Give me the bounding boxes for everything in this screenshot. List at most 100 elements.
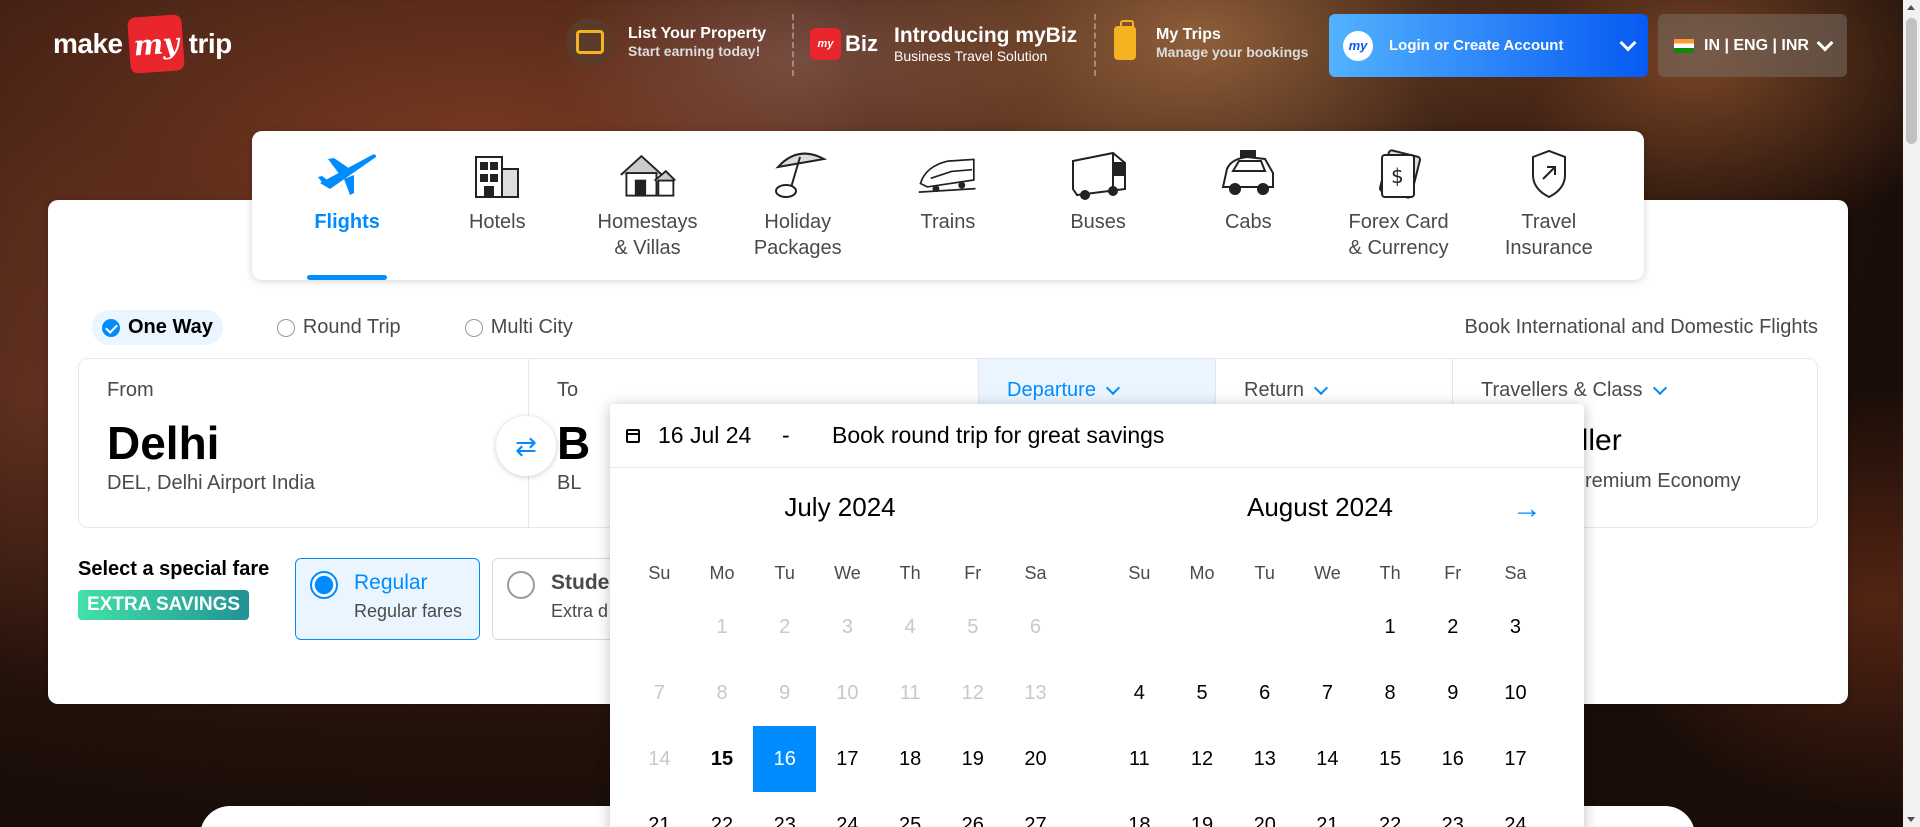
nav-holiday-packages[interactable]: Holiday Packages bbox=[748, 131, 848, 280]
day-grid: 1 2 3 4 5 6 7 8 9 10 11 12 13 14 15 16 17 18 19 20 21 22 23 24 2… bbox=[628, 594, 1070, 827]
calendar-day[interactable]: 11 bbox=[1108, 726, 1171, 792]
trip-label: Round Trip bbox=[302, 316, 401, 338]
makemytrip-logo[interactable]: make my trip bbox=[53, 14, 232, 74]
scroll-up-icon[interactable] bbox=[1907, 5, 1915, 10]
calendar-day[interactable]: 8 bbox=[1359, 660, 1422, 726]
calendar-day[interactable]: 15 bbox=[1359, 726, 1422, 792]
calendar-day[interactable]: 7 bbox=[1296, 660, 1359, 726]
calendar-day[interactable]: 23 bbox=[753, 792, 816, 827]
calendar-day[interactable]: 9 bbox=[1421, 660, 1484, 726]
calendar-day[interactable]: 3 bbox=[1484, 594, 1547, 660]
weekday-label: Sa bbox=[1024, 563, 1047, 583]
departure-label: Departure bbox=[1007, 379, 1096, 401]
nav-label: Hotels bbox=[468, 211, 526, 233]
calendar-day[interactable]: 1 bbox=[1359, 594, 1422, 660]
trip-one-way[interactable]: One Way bbox=[92, 310, 223, 345]
header-divider bbox=[1094, 14, 1096, 76]
nav-trains[interactable]: Trains bbox=[898, 131, 998, 280]
calendar-day[interactable]: 27 bbox=[1004, 792, 1067, 827]
calendar-day[interactable]: 13 bbox=[1233, 726, 1296, 792]
calendar-empty-cell bbox=[1108, 594, 1171, 660]
calendar-day[interactable]: 19 bbox=[941, 726, 1004, 792]
calendar-day: 2 bbox=[779, 615, 791, 638]
page-scrollbar[interactable] bbox=[1903, 0, 1920, 827]
return-hint[interactable]: Book round trip for great savings bbox=[832, 422, 1164, 449]
calendar-day[interactable]: 16 bbox=[753, 726, 817, 792]
calendar-day[interactable]: 14 bbox=[1296, 726, 1359, 792]
calendar-day[interactable]: 6 bbox=[1233, 660, 1296, 726]
calendar-day[interactable]: 23 bbox=[1421, 792, 1484, 827]
calendar-day: 10 bbox=[836, 681, 859, 704]
mybiz-link[interactable]: my Biz Introducing myBiz Business Travel… bbox=[810, 24, 1077, 64]
calendar-day[interactable]: 12 bbox=[1171, 726, 1234, 792]
calendar-day[interactable]: 20 bbox=[1233, 792, 1296, 827]
nav-homestays[interactable]: Homestays & Villas bbox=[598, 131, 698, 280]
calendar-day[interactable]: 18 bbox=[1108, 792, 1171, 827]
forex-icon: $ bbox=[1368, 145, 1430, 203]
trip-multi-city[interactable]: Multi City bbox=[455, 310, 583, 345]
nav-travel-insurance[interactable]: Travel Insurance bbox=[1499, 131, 1599, 280]
mmt-user-icon: my bbox=[1343, 30, 1373, 61]
nav-label: Trains bbox=[920, 211, 976, 233]
fare-regular[interactable]: Regular Regular fares bbox=[295, 558, 480, 640]
trip-label: One Way bbox=[128, 316, 213, 338]
return-label: Return bbox=[1244, 379, 1305, 401]
calendar-day[interactable]: 16 bbox=[1421, 726, 1484, 792]
mybiz-brand: Biz bbox=[845, 31, 878, 56]
calendar-day[interactable]: 5 bbox=[1171, 660, 1234, 726]
chevron-down-icon bbox=[1652, 380, 1667, 395]
calendar-day[interactable]: 2 bbox=[1421, 594, 1484, 660]
radio-icon bbox=[276, 318, 295, 337]
radio-icon bbox=[464, 318, 483, 337]
swap-cities-button[interactable]: ⇄ bbox=[496, 416, 556, 476]
property-icon bbox=[566, 18, 614, 66]
my-trips-link[interactable]: My Trips Manage your bookings bbox=[1114, 20, 1308, 60]
calendar-day[interactable]: 4 bbox=[1108, 660, 1171, 726]
train-icon bbox=[917, 145, 979, 203]
calendar-day[interactable]: 21 bbox=[628, 792, 691, 827]
homestay-icon bbox=[617, 145, 679, 203]
calendar-empty-cell bbox=[1296, 594, 1359, 660]
scroll-down-icon[interactable] bbox=[1907, 817, 1915, 822]
calendar-day[interactable]: 18 bbox=[879, 726, 942, 792]
trip-type-selector: One Way Round Trip Multi City bbox=[92, 310, 627, 345]
from-field[interactable]: From Delhi DEL, Delhi Airport India bbox=[79, 359, 529, 527]
day-grid: 1 2 3 4 5 6 7 8 9 10 11 12 13 14 15 16 17 18 19 20 21 22 23 24 bbox=[1108, 594, 1550, 827]
cab-icon bbox=[1217, 145, 1279, 203]
language-currency-selector[interactable]: IN | ENG | INR bbox=[1658, 14, 1847, 77]
calendar-day[interactable]: 17 bbox=[816, 726, 879, 792]
nav-flights[interactable]: Flights bbox=[297, 131, 397, 280]
radio-icon bbox=[507, 571, 535, 599]
calendar-day: 12 bbox=[961, 681, 984, 704]
calendar-day[interactable]: 24 bbox=[1484, 792, 1547, 827]
login-button[interactable]: my Login or Create Account bbox=[1329, 14, 1648, 77]
next-month-arrow-icon[interactable]: → bbox=[1512, 492, 1542, 526]
month-july: July 2024 Su Mo Tu We Th Fr Sa 1 2 3 4 5 6 7 8 9 10 11 12… bbox=[610, 468, 1070, 827]
from-label: From bbox=[107, 379, 154, 401]
calendar-day[interactable]: 22 bbox=[1359, 792, 1422, 827]
calendar-day[interactable]: 17 bbox=[1484, 726, 1547, 792]
calendar-day[interactable]: 21 bbox=[1296, 792, 1359, 827]
radio-checked-icon bbox=[102, 318, 120, 337]
calendar-day[interactable]: 10 bbox=[1484, 660, 1547, 726]
calendar-day[interactable]: 22 bbox=[691, 792, 754, 827]
calendar-day[interactable]: 24 bbox=[816, 792, 879, 827]
trip-round-trip[interactable]: Round Trip bbox=[267, 310, 411, 345]
calendar-empty-cell bbox=[1171, 594, 1234, 660]
nav-forex[interactable]: $ Forex Card & Currency bbox=[1349, 131, 1449, 280]
calendar-day[interactable]: 20 bbox=[1004, 726, 1067, 792]
nav-hotels[interactable]: Hotels bbox=[447, 131, 547, 280]
calendar-day[interactable]: 26 bbox=[941, 792, 1004, 827]
calendar-day[interactable]: 19 bbox=[1171, 792, 1234, 827]
weekday-label: Tu bbox=[1254, 563, 1275, 583]
scroll-thumb[interactable] bbox=[1906, 18, 1917, 144]
calendar-day[interactable]: 25 bbox=[879, 792, 942, 827]
extra-savings-badge: EXTRA SAVINGS bbox=[78, 590, 250, 620]
calendar-day[interactable]: 15 bbox=[691, 726, 754, 792]
list-property-link[interactable]: List Your Property Start earning today! bbox=[566, 18, 766, 66]
nav-buses[interactable]: Buses bbox=[1048, 131, 1148, 280]
mybiz-sub: Business Travel Solution bbox=[894, 48, 1048, 64]
nav-cabs[interactable]: Cabs bbox=[1198, 131, 1298, 280]
chevron-down-icon bbox=[1619, 34, 1637, 51]
weekday-label: Mo bbox=[1189, 563, 1215, 583]
